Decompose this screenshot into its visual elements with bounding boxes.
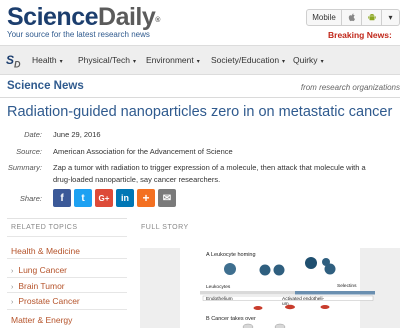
topic-label: Prostate Cancer bbox=[18, 296, 80, 306]
topic-label: Lung Cancer bbox=[18, 265, 68, 275]
topic-prostate-cancer[interactable]: › Prostate Cancer bbox=[11, 296, 80, 306]
source-label: Source: bbox=[16, 147, 42, 156]
nav-item-environment[interactable]: Environment ▾ bbox=[146, 55, 200, 65]
nav-label: Health bbox=[32, 55, 57, 65]
topic-group-health-medicine[interactable]: Health & Medicine bbox=[11, 246, 80, 256]
chevron-down-icon: ▾ bbox=[320, 59, 324, 65]
sd-home-logo[interactable]: SD bbox=[6, 53, 21, 69]
logo-daily: Daily bbox=[98, 3, 156, 31]
chevron-down-icon: ▾ bbox=[132, 59, 136, 65]
sd-logo-s: S bbox=[6, 53, 15, 67]
more-share-button[interactable]: + bbox=[137, 189, 155, 207]
related-topics-heading: RELATED TOPICS bbox=[11, 224, 78, 231]
article-figure[interactable]: A Leukocyte homing Leukocytes Selectins … bbox=[140, 248, 400, 328]
leukocytes-label: Leukocytes bbox=[206, 284, 231, 290]
chevron-right-icon: › bbox=[11, 299, 14, 306]
selectins-label: Selectins bbox=[337, 283, 357, 289]
topic-lung-cancer[interactable]: › Lung Cancer bbox=[11, 265, 67, 275]
article-source: American Association for the Advancement… bbox=[53, 147, 233, 156]
more-menu-button[interactable]: ▾ bbox=[382, 9, 400, 26]
linkedin-share-button[interactable]: in bbox=[116, 189, 134, 207]
email-share-button[interactable]: ✉ bbox=[158, 189, 176, 207]
sd-logo-d: D bbox=[14, 59, 21, 70]
breaking-news-label[interactable]: Breaking News: bbox=[328, 30, 392, 40]
logo-science: Science bbox=[7, 3, 99, 31]
app-switcher: Mobile ▾ bbox=[306, 9, 400, 26]
divider bbox=[7, 236, 127, 237]
nav-label: Quirky bbox=[293, 55, 318, 65]
divider bbox=[7, 292, 127, 293]
share-buttons: f t G+ in + ✉ bbox=[53, 189, 176, 207]
nav-label: Society/Education bbox=[211, 55, 280, 65]
chevron-right-icon: › bbox=[11, 268, 14, 275]
article-summary: Zap a tumor with radiation to trigger ex… bbox=[53, 163, 366, 184]
full-story-heading: FULL STORY bbox=[141, 224, 189, 231]
article-date: June 29, 2016 bbox=[53, 130, 101, 139]
section-subtitle: from research organizations bbox=[300, 83, 400, 92]
divider bbox=[7, 258, 127, 259]
nav-item-quirky[interactable]: Quirky ▾ bbox=[293, 55, 324, 65]
chevron-right-icon: › bbox=[11, 284, 14, 291]
chevron-down-icon: ▾ bbox=[282, 59, 286, 65]
article-headline: Radiation-guided nanoparticles zero in o… bbox=[7, 104, 393, 120]
apple-icon[interactable] bbox=[342, 9, 362, 26]
leukocyte-homing-illustration: A Leukocyte homing Leukocytes Selectins … bbox=[180, 248, 375, 328]
nav-label: Environment bbox=[146, 55, 194, 65]
panel-b-label: B Cancer takes over bbox=[206, 316, 256, 322]
android-icon[interactable] bbox=[362, 9, 382, 26]
endothelium-label: Endothelium bbox=[206, 296, 233, 302]
summary-label: Summary: bbox=[7, 163, 42, 172]
topic-brain-tumor[interactable]: › Brain Tumor bbox=[11, 281, 65, 291]
topic-label: Brain Tumor bbox=[18, 281, 65, 291]
divider bbox=[7, 218, 127, 219]
divider bbox=[7, 277, 127, 278]
share-label: Share: bbox=[19, 194, 42, 203]
twitter-share-button[interactable]: t bbox=[74, 189, 92, 207]
nav-item-society-education[interactable]: Society/Education ▾ bbox=[211, 55, 285, 65]
googleplus-share-button[interactable]: G+ bbox=[95, 189, 113, 207]
divider bbox=[7, 309, 127, 310]
site-logo[interactable]: ScienceDaily® bbox=[7, 3, 160, 31]
logo-registered-mark: ® bbox=[155, 17, 160, 24]
chevron-down-icon: ▾ bbox=[59, 59, 63, 65]
main-navigation: SD Health ▾ Physical/Tech ▾ Environment ▾ S… bbox=[0, 45, 400, 75]
site-tagline: Your source for the latest research news bbox=[7, 30, 150, 39]
date-label: Date: bbox=[24, 130, 42, 139]
site-header: ScienceDaily® Your source for the latest… bbox=[0, 0, 400, 42]
section-header: Science News from research organizations bbox=[0, 75, 400, 98]
section-title[interactable]: Science News bbox=[7, 80, 84, 92]
nav-item-health[interactable]: Health ▾ bbox=[32, 55, 63, 65]
nav-item-physical-tech[interactable]: Physical/Tech ▾ bbox=[78, 55, 136, 65]
mobile-button[interactable]: Mobile bbox=[306, 9, 342, 26]
facebook-share-button[interactable]: f bbox=[53, 189, 71, 207]
nav-label: Physical/Tech bbox=[78, 55, 130, 65]
topic-group-matter-energy[interactable]: Matter & Energy bbox=[11, 315, 72, 325]
panel-a-label: A Leukocyte homing bbox=[206, 252, 256, 258]
chevron-down-icon: ▾ bbox=[196, 59, 200, 65]
